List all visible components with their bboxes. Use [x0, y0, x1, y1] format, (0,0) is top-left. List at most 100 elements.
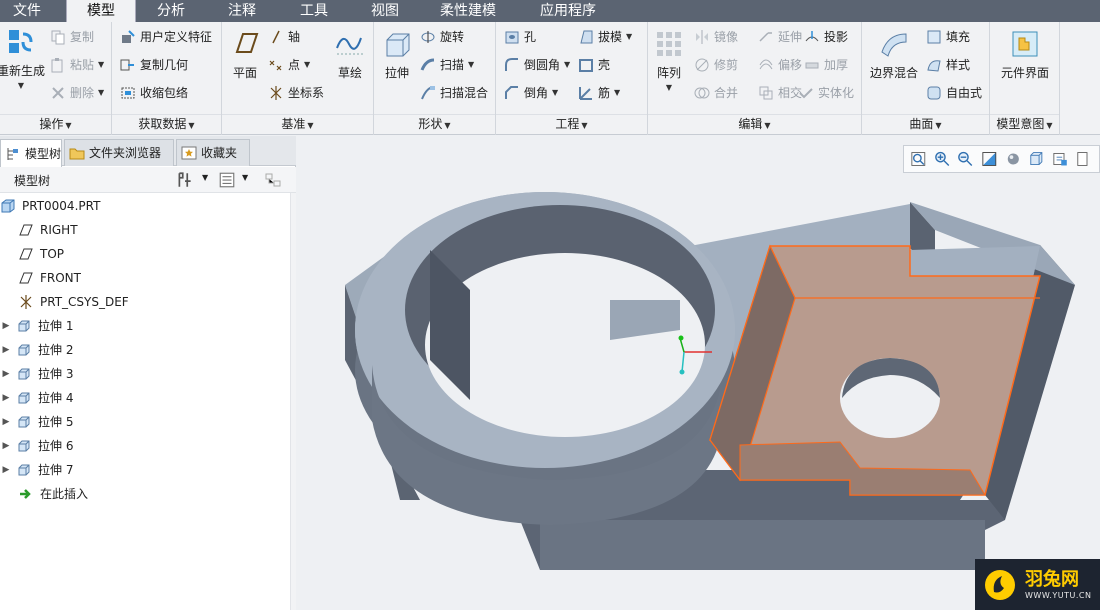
tab-annotate[interactable]: 注释 [206, 0, 278, 22]
axis-button[interactable]: 轴 [268, 26, 300, 48]
offset-button[interactable]: 偏移 [758, 54, 802, 76]
regenerate-button[interactable]: 重新生成 ▼ [0, 26, 48, 90]
group-label-editing[interactable]: 编辑 ▼ [648, 114, 861, 132]
shell-button[interactable]: 壳 [578, 54, 610, 76]
menu-bar: 文件 模型 分析 注释 工具 视图 柔性建模 应用程序 [0, 0, 1100, 23]
thicken-button[interactable]: 加厚 [804, 54, 848, 76]
trim-button[interactable]: 修剪 [694, 54, 738, 76]
expand-arrow-icon[interactable]: ▶ [0, 338, 12, 362]
point-dropdown-icon[interactable]: ▼ [304, 54, 310, 76]
panel-tab-favorites[interactable]: 收藏夹 [176, 139, 250, 166]
tab-view[interactable]: 视图 [350, 0, 420, 22]
chamfer-dropdown-icon[interactable]: ▼ [552, 82, 558, 104]
round-button[interactable]: 倒圆角 ▼ [504, 54, 570, 76]
round-dropdown-icon[interactable]: ▼ [564, 54, 570, 76]
shrinkwrap-button[interactable]: 收缩包络 [120, 82, 188, 104]
group-label-model-intent[interactable]: 模型意图 ▼ [990, 114, 1059, 132]
sketch-button[interactable]: 草绘 [330, 28, 370, 81]
paste-dropdown-icon[interactable]: ▼ [98, 54, 104, 76]
expand-arrow-icon[interactable]: ▶ [0, 386, 12, 410]
group-label-shapes[interactable]: 形状 ▼ [374, 114, 495, 132]
operations-dropdown-icon: ▼ [65, 121, 72, 130]
boundary-blend-button[interactable]: 边界混合 [864, 28, 924, 81]
draft-button[interactable]: 拔模 ▼ [578, 26, 632, 48]
tree-scrollbar[interactable] [290, 193, 296, 610]
pattern-dropdown-icon[interactable]: ▼ [652, 83, 686, 92]
panel-tab-folder-browser[interactable]: 文件夹浏览器 [64, 139, 174, 166]
tree-root-item[interactable]: PRT0004.PRT [0, 194, 100, 218]
style-button[interactable]: 样式 [926, 54, 970, 76]
tree-item-front[interactable]: FRONT [14, 266, 81, 290]
tree-item-right[interactable]: RIGHT [14, 218, 78, 242]
tab-tools[interactable]: 工具 [278, 0, 350, 22]
paste-button[interactable]: 粘贴 ▼ [50, 54, 104, 76]
delete-dropdown-icon[interactable]: ▼ [98, 82, 104, 104]
extrude-feature-icon [18, 344, 30, 356]
mirror-button[interactable]: 镜像 [694, 26, 738, 48]
tree-item-extrude-7[interactable]: ▶ 拉伸 7 [0, 458, 74, 482]
expand-arrow-icon[interactable]: ▶ [0, 314, 12, 338]
group-label-datum[interactable]: 基准 ▼ [222, 114, 373, 132]
expand-arrow-icon[interactable]: ▶ [0, 362, 12, 386]
revolve-button[interactable]: 旋转 [420, 26, 464, 48]
freestyle-button[interactable]: 自由式 [926, 82, 982, 104]
extrude-button[interactable]: 拉伸 [378, 28, 416, 81]
sweep-dropdown-icon[interactable]: ▼ [468, 54, 474, 76]
copy-geometry-button[interactable]: 复制几何 [120, 54, 188, 76]
graphics-window[interactable] [297, 136, 1100, 610]
tree-item-insert-here[interactable]: 在此插入 [14, 482, 88, 506]
rib-dropdown-icon[interactable]: ▼ [614, 82, 620, 104]
tree-item-extrude-2[interactable]: ▶ 拉伸 2 [0, 338, 74, 362]
group-label-operations[interactable]: 操作 ▼ [0, 114, 111, 132]
expand-arrow-icon[interactable]: ▶ [0, 434, 12, 458]
tree-item-extrude-6[interactable]: ▶ 拉伸 6 [0, 434, 74, 458]
expand-arrow-icon[interactable]: ▶ [0, 458, 12, 482]
csys-button[interactable]: 坐标系 [268, 82, 324, 104]
tree-filter-icon[interactable] [264, 171, 284, 189]
watermark-brand: 羽兔网 [1025, 569, 1079, 590]
tree-item-top[interactable]: TOP [14, 242, 64, 266]
chamfer-button[interactable]: 倒角 ▼ [504, 82, 558, 104]
tab-analysis[interactable]: 分析 [136, 0, 206, 22]
tree-item-extrude-3[interactable]: ▶ 拉伸 3 [0, 362, 74, 386]
tab-flexible-modeling[interactable]: 柔性建模 [420, 0, 516, 22]
tree-item-extrude-4[interactable]: ▶ 拉伸 4 [0, 386, 74, 410]
show-dropdown-icon[interactable]: ▼ [242, 173, 248, 182]
fill-button[interactable]: 填充 [926, 26, 970, 48]
panel-tab-model-tree[interactable]: 模型树 [0, 139, 62, 167]
settings-dropdown-icon[interactable]: ▼ [202, 173, 208, 182]
point-button[interactable]: 点 ▼ [268, 54, 310, 76]
extend-button[interactable]: 延伸 [758, 26, 802, 48]
tab-model[interactable]: 模型 [66, 0, 136, 23]
tab-applications[interactable]: 应用程序 [516, 0, 620, 22]
hole-button[interactable]: 孔 [504, 26, 536, 48]
group-label-get-data[interactable]: 获取数据 ▼ [112, 114, 221, 132]
merge-button[interactable]: 合并 [694, 82, 738, 104]
tree-item-extrude-1[interactable]: ▶ 拉伸 1 [0, 314, 74, 338]
model-3d-viewport[interactable] [297, 136, 1100, 610]
expand-arrow-icon[interactable]: ▶ [0, 410, 12, 434]
group-label-surfaces[interactable]: 曲面 ▼ [862, 114, 989, 132]
pattern-button[interactable]: 阵列 ▼ [652, 28, 686, 92]
intersect-button[interactable]: 相交 [758, 82, 802, 104]
settings-icon[interactable] [176, 171, 194, 189]
rib-button[interactable]: 筋 ▼ [578, 82, 620, 104]
plane-button[interactable]: 平面 [228, 28, 262, 81]
draft-icon [580, 30, 593, 44]
tree-item-extrude-5[interactable]: ▶ 拉伸 5 [0, 410, 74, 434]
project-button[interactable]: 投影 [804, 26, 848, 48]
sweep-button[interactable]: 扫描 ▼ [420, 54, 474, 76]
udf-button[interactable]: 用户定义特征 [120, 26, 212, 48]
regenerate-dropdown-icon[interactable]: ▼ [0, 81, 48, 90]
show-icon[interactable] [218, 171, 236, 189]
tab-file[interactable]: 文件 [0, 0, 54, 22]
solidify-button[interactable]: 实体化 [798, 82, 854, 104]
group-label-engineering[interactable]: 工程 ▼ [496, 114, 647, 132]
component-interface-button[interactable]: 元件界面 [992, 28, 1058, 81]
delete-button[interactable]: 删除 ▼ [50, 82, 104, 104]
copy-button[interactable]: 复制 [50, 26, 94, 48]
draft-dropdown-icon[interactable]: ▼ [626, 26, 632, 48]
swept-blend-button[interactable]: 扫描混合 [420, 82, 488, 104]
tree-item-csys[interactable]: PRT_CSYS_DEF [14, 290, 129, 314]
datum-plane-icon [19, 272, 33, 284]
